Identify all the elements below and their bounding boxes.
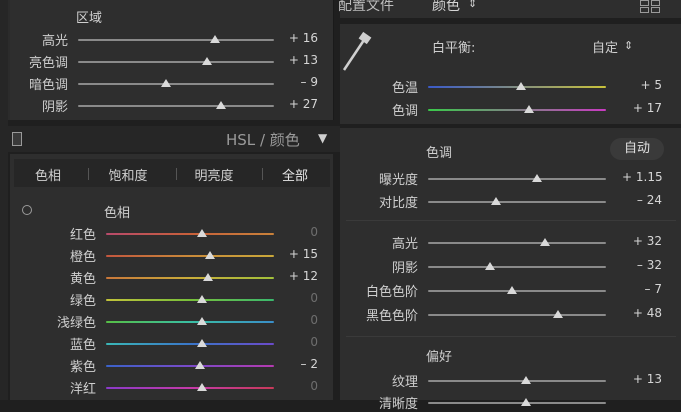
hsl-title[interactable]: HSL / 颜色 bbox=[226, 129, 300, 150]
divider bbox=[346, 336, 676, 337]
profile-arrow-icon[interactable]: ⇕ bbox=[468, 0, 477, 10]
region-slider-track[interactable] bbox=[78, 61, 274, 63]
tone-slider-value[interactable]: – 32 bbox=[622, 258, 662, 272]
presence-slider-value[interactable]: + 13 bbox=[622, 372, 662, 386]
panel-toggle-icon[interactable] bbox=[12, 132, 22, 146]
tone-slider-thumb[interactable] bbox=[540, 238, 551, 246]
tone-title: 色调 bbox=[426, 146, 453, 161]
tone-slider-track[interactable] bbox=[428, 242, 606, 244]
exposure-slider-thumb[interactable] bbox=[490, 197, 501, 205]
auto-button[interactable]: 自动 bbox=[610, 138, 664, 160]
tint-slider-label: 色调 bbox=[391, 104, 418, 119]
presence-slider-track[interactable] bbox=[428, 380, 606, 382]
region-slider-thumb[interactable] bbox=[210, 35, 221, 43]
region-slider-value[interactable]: + 16 bbox=[278, 31, 318, 45]
hue-slider-track[interactable] bbox=[106, 343, 274, 345]
exposure-slider-value[interactable]: – 24 bbox=[622, 193, 662, 207]
wb-value[interactable]: 自定 bbox=[592, 37, 618, 56]
region-slider-track[interactable] bbox=[78, 39, 274, 41]
exposure-slider-thumb[interactable] bbox=[531, 174, 542, 182]
hue-slider-value[interactable]: – 2 bbox=[278, 357, 318, 371]
eyedropper-icon[interactable] bbox=[338, 30, 378, 74]
tone-slider-thumb[interactable] bbox=[552, 310, 563, 318]
region-title: 区域 bbox=[76, 11, 103, 26]
tint-slider-track[interactable] bbox=[428, 109, 606, 111]
hsl-separator: / bbox=[255, 131, 270, 149]
tone-slider-label: 白色色阶 bbox=[365, 285, 418, 300]
tone-slider-label: 高光 bbox=[391, 237, 418, 252]
divider bbox=[346, 220, 676, 221]
wb-arrow-icon[interactable]: ⇕ bbox=[624, 39, 633, 52]
profile-value[interactable]: 颜色 bbox=[432, 0, 460, 15]
region-slider-label: 高光 bbox=[41, 34, 68, 49]
exposure-slider-track[interactable] bbox=[428, 178, 606, 180]
presence-slider-label: 清晰度 bbox=[378, 397, 418, 412]
hue-slider-thumb[interactable] bbox=[196, 339, 207, 347]
exposure-slider-track[interactable] bbox=[428, 201, 606, 203]
profile-label: 配置文件 bbox=[338, 0, 394, 14]
tone-slider-value[interactable]: – 7 bbox=[622, 282, 662, 296]
temp-slider-thumb[interactable] bbox=[515, 82, 526, 90]
tone-slider-track[interactable] bbox=[428, 314, 606, 316]
temp-slider-value[interactable]: + 5 bbox=[622, 78, 662, 92]
tone-slider-track[interactable] bbox=[428, 290, 606, 292]
color-label: 颜色 bbox=[269, 131, 300, 149]
exposure-slider-label: 对比度 bbox=[378, 196, 418, 211]
hue-slider-label: 蓝色 bbox=[69, 338, 96, 353]
region-slider-value[interactable]: + 13 bbox=[278, 53, 318, 67]
tone-slider-label: 黑色色阶 bbox=[365, 309, 418, 324]
tint-slider-value[interactable]: + 17 bbox=[622, 101, 662, 115]
hue-slider-thumb[interactable] bbox=[195, 361, 206, 369]
presence-title: 偏好 bbox=[426, 350, 453, 365]
region-slider-thumb[interactable] bbox=[202, 57, 213, 65]
tone-slider-thumb[interactable] bbox=[506, 286, 517, 294]
hue-slider-track[interactable] bbox=[106, 365, 274, 367]
exposure-slider-label: 曝光度 bbox=[378, 173, 418, 188]
hue-slider-value[interactable]: 0 bbox=[278, 335, 318, 349]
temp-slider-label: 色温 bbox=[391, 81, 418, 96]
region-slider-label: 亮色调 bbox=[28, 56, 68, 71]
grid-view-icon[interactable] bbox=[640, 0, 660, 13]
wb-label: 白平衡: bbox=[432, 41, 476, 56]
presence-slider-track[interactable] bbox=[428, 402, 606, 404]
tone-slider-value[interactable]: + 48 bbox=[622, 306, 662, 320]
tone-slider-track[interactable] bbox=[428, 266, 606, 268]
tone-slider-value[interactable]: + 32 bbox=[622, 234, 662, 248]
tone-slider-thumb[interactable] bbox=[485, 262, 496, 270]
hue-slider-track[interactable] bbox=[106, 277, 274, 279]
presence-slider-thumb[interactable] bbox=[520, 376, 531, 384]
tint-slider-thumb[interactable] bbox=[524, 105, 535, 113]
hsl-label: HSL bbox=[226, 131, 256, 149]
presence-slider-thumb[interactable] bbox=[520, 398, 531, 406]
exposure-slider-value[interactable]: + 1.15 bbox=[622, 170, 663, 184]
tone-slider-label: 阴影 bbox=[391, 261, 418, 276]
presence-slider-label: 纹理 bbox=[391, 375, 418, 390]
collapse-arrow-icon[interactable]: ▼ bbox=[318, 131, 327, 145]
